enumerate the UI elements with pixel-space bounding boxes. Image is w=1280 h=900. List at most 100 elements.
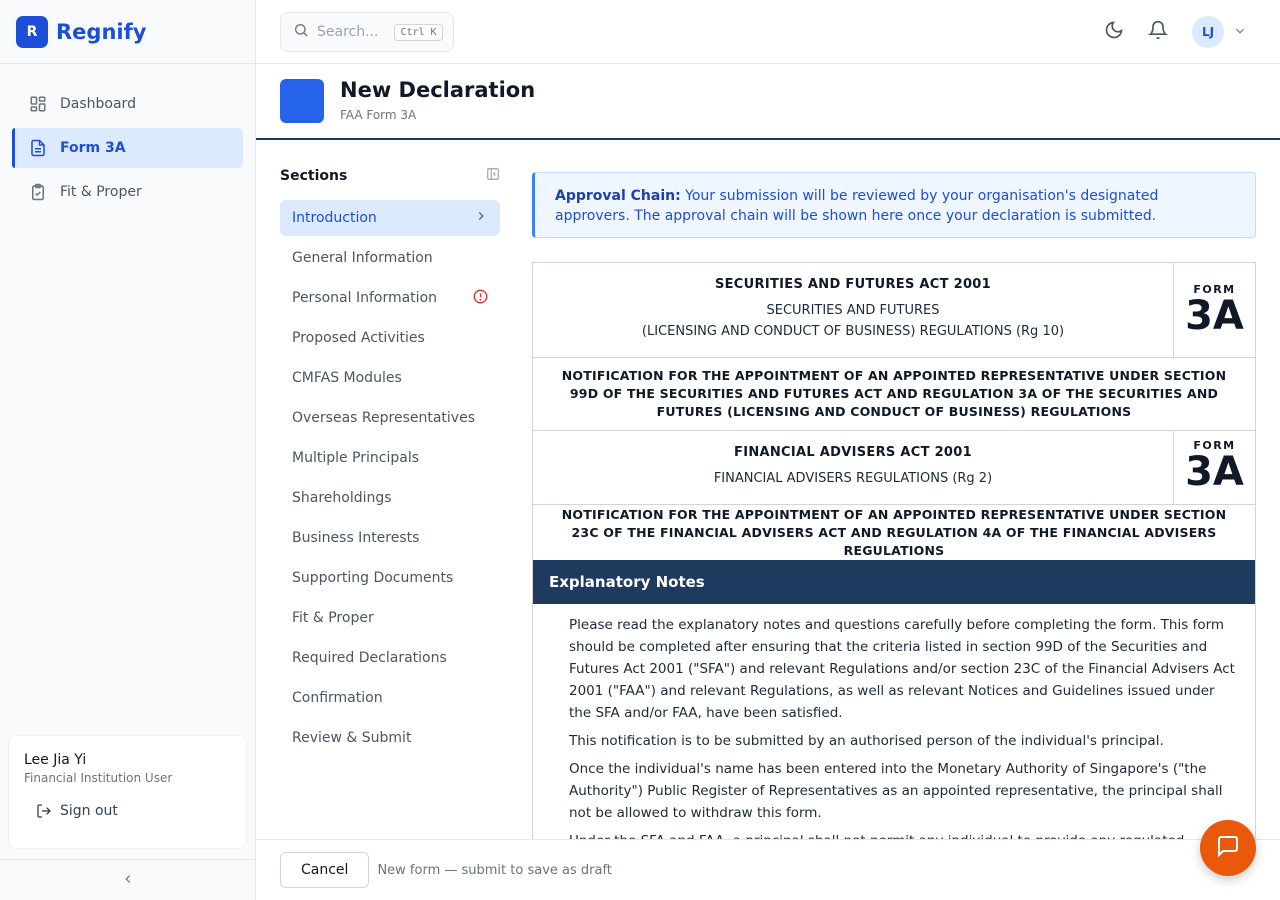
faa-notification: NOTIFICATION FOR THE APPOINTMENT OF AN A… (561, 506, 1227, 558)
search-input[interactable]: Search... (317, 24, 378, 40)
section-item-label: Introduction (292, 210, 377, 226)
section-item-confirmation[interactable]: Confirmation (280, 680, 500, 716)
section-list: Introduction General Information Persona… (280, 200, 500, 756)
form-document: SECURITIES AND FUTURES ACT 2001 SECURITI… (532, 262, 1256, 839)
chevron-right-icon (474, 209, 488, 227)
brand-logo: R (16, 15, 48, 48)
section-item-label: General Information (292, 250, 433, 266)
nav-item-label: Fit & Proper (60, 184, 142, 200)
sfa-notification: NOTIFICATION FOR THE APPOINTMENT OF AN A… (561, 368, 1227, 419)
explanatory-paragraph: Please read the explanatory notes and qu… (569, 617, 1235, 721)
approval-chain-alert: Approval Chain: Your submission will be … (532, 172, 1256, 238)
sections-header: Sections (280, 160, 500, 192)
section-item-general-information[interactable]: General Information (280, 240, 500, 276)
form-badge: FORM 3A (1173, 431, 1255, 504)
section-item-required-declarations[interactable]: Required Declarations (280, 640, 500, 676)
chat-button[interactable] (1200, 820, 1256, 876)
section-item-shareholdings[interactable]: Shareholdings (280, 480, 500, 516)
chevron-down-icon (1233, 23, 1247, 42)
faa-regulation: FINANCIAL ADVISERS REGULATIONS (Rg 2) (713, 471, 993, 486)
moon-icon (1104, 20, 1124, 44)
alert-circle-icon (473, 289, 488, 308)
section-item-multiple-principals[interactable]: Multiple Principals (280, 440, 500, 476)
nav-item-fit-proper[interactable]: Fit & Proper (12, 172, 243, 212)
section-item-personal-information[interactable]: Personal Information (280, 280, 500, 316)
faa-act-title: FINANCIAL ADVISERS ACT 2001 (734, 445, 972, 460)
section-item-label: Shareholdings (292, 490, 392, 506)
faa-notification-row: NOTIFICATION FOR THE APPOINTMENT OF AN A… (533, 505, 1255, 560)
explanatory-paragraph: This notification is to be submitted by … (569, 733, 1164, 749)
section-item-label: Business Interests (292, 530, 420, 546)
sfa-notification-row: NOTIFICATION FOR THE APPOINTMENT OF AN A… (533, 358, 1255, 431)
section-item-label: Review & Submit (292, 730, 412, 746)
page-title: New Declaration (340, 78, 536, 102)
chat-icon (1216, 834, 1240, 862)
user-role: Financial Institution User (24, 771, 173, 785)
form-badge: FORM 3A (1173, 263, 1255, 357)
form-footer: Cancel New form — submit to save as draf… (256, 839, 1280, 900)
section-item-introduction[interactable]: Introduction (280, 200, 500, 236)
cancel-button[interactable]: Cancel (280, 852, 370, 888)
section-item-label: Overseas Representatives (292, 410, 475, 426)
section-item-label: Supporting Documents (292, 570, 454, 586)
user-card: Lee Jia Yi Financial Institution User Si… (8, 735, 247, 849)
section-item-business-interests[interactable]: Business Interests (280, 520, 500, 556)
sfa-act-title: SECURITIES AND FUTURES ACT 2001 (714, 277, 992, 292)
log-out-icon (36, 803, 52, 819)
page-subtitle: FAA Form 3A (340, 108, 417, 122)
explanatory-paragraph: Once the individual's name has been ente… (569, 761, 1223, 821)
section-item-review-submit[interactable]: Review & Submit (280, 720, 500, 756)
draft-status-note: New form — submit to save as draft (377, 862, 612, 878)
section-item-cmfas-modules[interactable]: CMFAS Modules (280, 360, 500, 396)
faa-header-row: FINANCIAL ADVISERS ACT 2001 FINANCIAL AD… (533, 431, 1255, 505)
section-item-proposed-activities[interactable]: Proposed Activities (280, 320, 500, 356)
section-item-supporting-documents[interactable]: Supporting Documents (280, 560, 500, 596)
search-box[interactable]: Search... Ctrl K (280, 12, 454, 52)
notifications-button[interactable] (1146, 20, 1170, 44)
user-menu-toggle[interactable] (1228, 20, 1252, 44)
section-item-label: Confirmation (292, 690, 383, 706)
section-item-overseas-representatives[interactable]: Overseas Representatives (280, 400, 500, 436)
clipboard-check-icon (28, 182, 48, 202)
file-text-icon (28, 138, 48, 158)
faa-header: FINANCIAL ADVISERS ACT 2001 FINANCIAL AD… (533, 431, 1173, 504)
user-name: Lee Jia Yi (24, 752, 87, 768)
section-item-fit-proper[interactable]: Fit & Proper (280, 600, 500, 636)
section-item-label: Proposed Activities (292, 330, 425, 346)
sfa-regulation-line-1: SECURITIES AND FUTURES (766, 303, 940, 318)
sign-out-button[interactable]: Sign out (24, 803, 231, 819)
page-header: New Declaration FAA Form 3A (256, 64, 1280, 140)
sidebar: R Regnify Dashboard Form 3A Fit & Proper… (0, 0, 256, 900)
form-content[interactable]: Approval Chain: Your submission will be … (532, 172, 1256, 839)
main-nav: Dashboard Form 3A Fit & Proper (0, 64, 255, 212)
search-icon (293, 22, 309, 42)
section-item-label: Personal Information (292, 290, 438, 306)
panel-collapse-icon[interactable] (486, 167, 500, 185)
brand-name: Regnify (56, 19, 147, 44)
sections-panel: Sections Introduction General Informatio… (280, 160, 500, 760)
sign-out-label: Sign out (60, 803, 118, 819)
chevron-left-icon (121, 871, 135, 890)
nav-item-label: Form 3A (60, 140, 126, 156)
section-item-label: CMFAS Modules (292, 370, 402, 386)
bell-icon (1147, 20, 1169, 44)
sections-title: Sections (280, 168, 348, 184)
search-shortcut: Ctrl K (394, 23, 443, 41)
brand[interactable]: R Regnify (0, 0, 255, 64)
sfa-header-row: SECURITIES AND FUTURES ACT 2001 SECURITI… (533, 263, 1255, 358)
alert-label: Approval Chain: (555, 188, 681, 204)
nav-item-form-3a[interactable]: Form 3A (12, 128, 243, 168)
explanatory-paragraph: Under the SFA and FAA, a principal shall… (569, 830, 1237, 839)
section-item-label: Required Declarations (292, 650, 447, 666)
theme-toggle-button[interactable] (1102, 20, 1126, 44)
sidebar-collapse-button[interactable] (0, 859, 256, 900)
explanatory-notes-body: Please read the explanatory notes and qu… (533, 604, 1255, 839)
sfa-header: SECURITIES AND FUTURES ACT 2001 SECURITI… (533, 263, 1173, 357)
user-avatar-button[interactable]: LJ (1192, 16, 1224, 48)
section-item-label: Multiple Principals (292, 450, 420, 466)
topbar: Search... Ctrl K LJ (256, 0, 1280, 64)
form-badge-number: 3A (1185, 293, 1244, 339)
nav-item-dashboard[interactable]: Dashboard (12, 84, 243, 124)
page-icon (280, 79, 324, 123)
nav-item-label: Dashboard (60, 96, 136, 112)
